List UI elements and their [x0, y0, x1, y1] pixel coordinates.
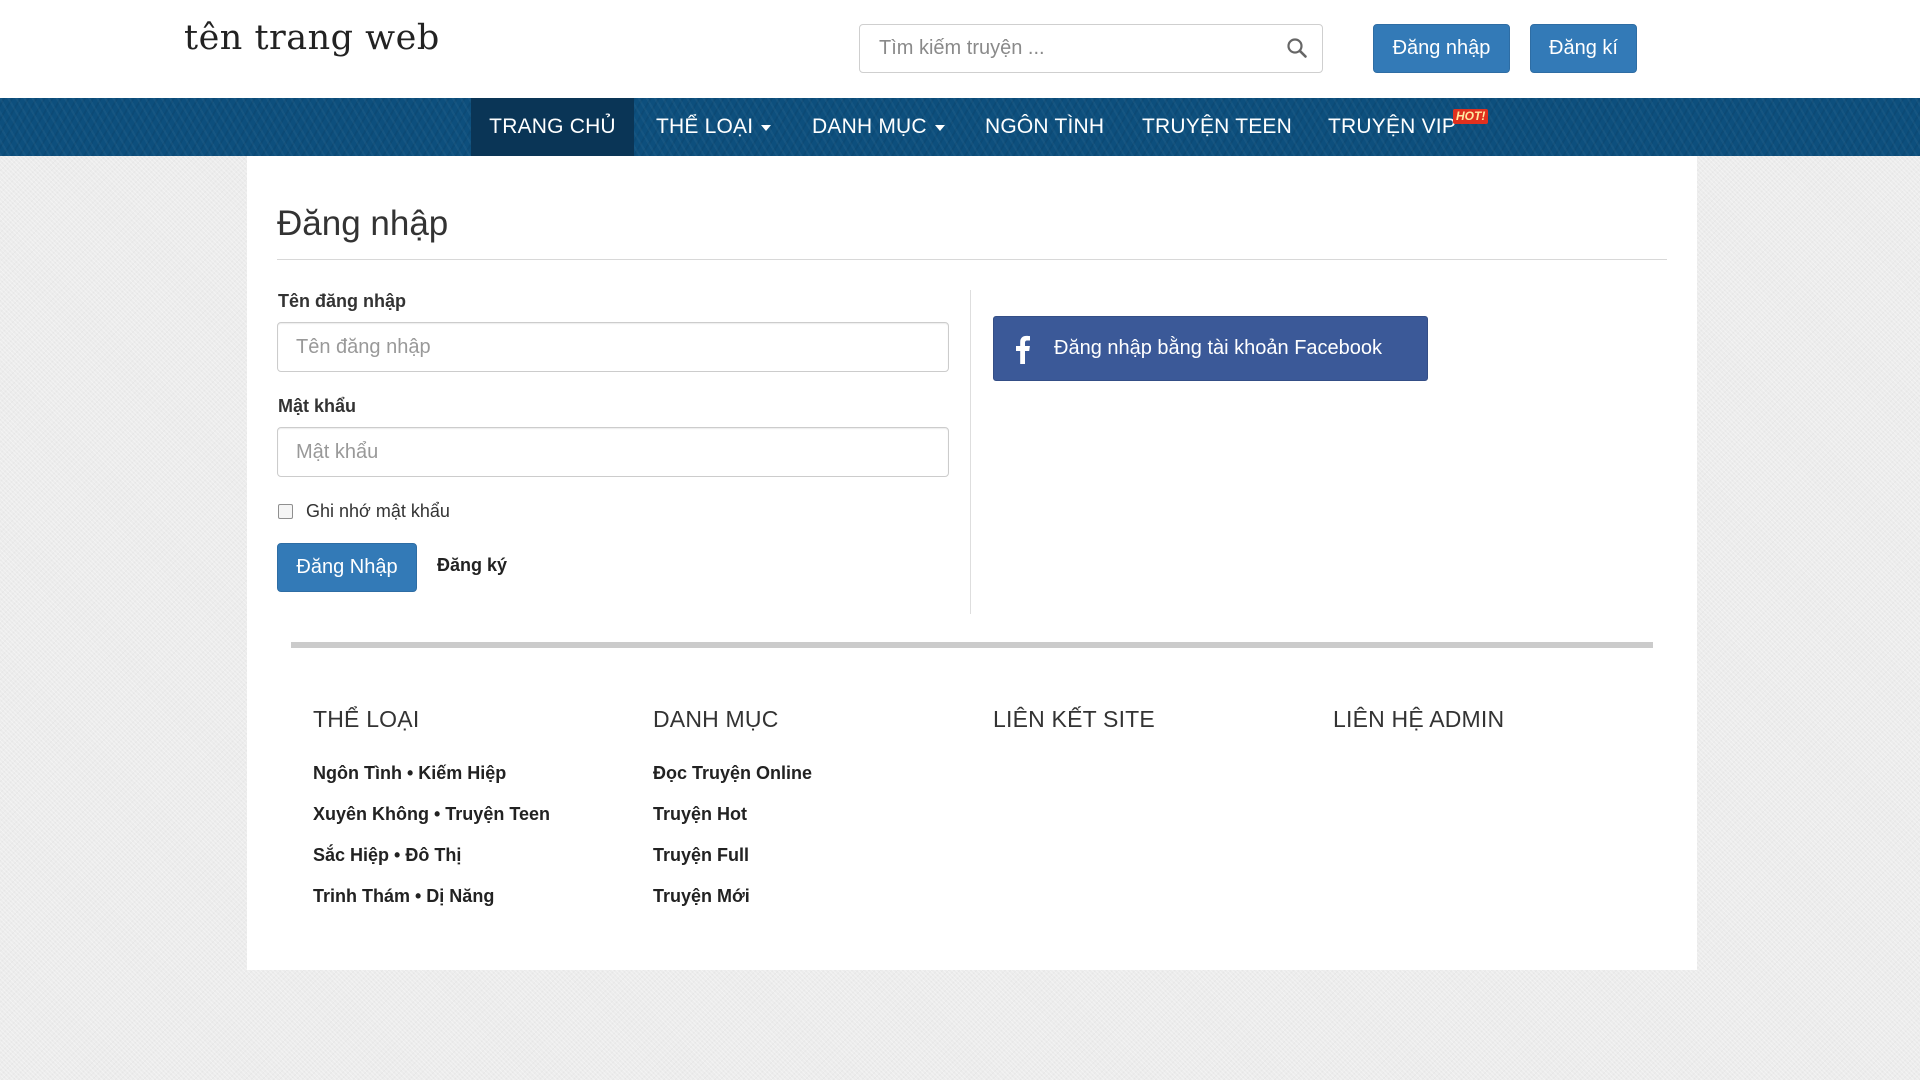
footer-link[interactable]: Xuyên Không • Truyện Teen [313, 804, 550, 825]
nav-item-label: TRUYỆN VIP [1328, 115, 1457, 138]
nav-item-ngon-tinh[interactable]: NGÔN TÌNH [985, 98, 1104, 156]
caret-down-icon [934, 125, 945, 131]
nav-item-label: NGÔN TÌNH [985, 115, 1105, 138]
title-divider [277, 259, 1667, 260]
footer-link[interactable]: Sắc Hiệp • Đô Thị [313, 845, 461, 866]
nav-item-label: DANH MỤC [812, 115, 927, 138]
username-input[interactable] [277, 322, 949, 372]
search-input[interactable] [860, 25, 1270, 72]
search-icon[interactable] [1286, 37, 1308, 59]
nav-item-home[interactable]: TRANG CHỦ [471, 98, 634, 156]
facebook-login-button[interactable]: Đăng nhập bằng tài khoản Facebook [993, 316, 1428, 381]
form-divider [970, 290, 971, 614]
facebook-icon [1012, 334, 1032, 364]
nav-item-label: TRUYỆN TEEN [1142, 115, 1292, 138]
site-header: tên trang web Đăng nhập Đăng kí [0, 0, 1920, 98]
password-label: Mật khẩu [278, 396, 357, 416]
footer-divider [291, 642, 1653, 648]
main-navbar: TRANG CHỦ THỂ LOẠI DANH MỤC NGÔN TÌNH TR… [0, 98, 1920, 156]
register-link[interactable]: Đăng ký [437, 555, 507, 576]
footer-link[interactable]: Truyện Full [653, 845, 749, 866]
site-title[interactable]: tên trang web [184, 18, 440, 58]
footer-link[interactable]: Trinh Thám • Dị Năng [313, 886, 494, 907]
nav-item-truyen-teen[interactable]: TRUYỆN TEEN [1142, 98, 1292, 156]
search-box [859, 24, 1323, 73]
password-input[interactable] [277, 427, 949, 477]
nav-item-label: TRANG CHỦ [489, 115, 616, 138]
remember-label: Ghi nhớ mật khẩu [306, 501, 450, 521]
footer-link[interactable]: Truyện Mới [653, 886, 750, 907]
footer-heading-categories: DANH MỤC [653, 706, 779, 732]
header-login-button[interactable]: Đăng nhập [1373, 24, 1510, 73]
footer-link[interactable]: Truyện Hot [653, 804, 747, 825]
remember-password[interactable]: Ghi nhớ mật khẩu [277, 501, 450, 522]
footer-heading-contact-admin: LIÊN HỆ ADMIN [1333, 706, 1505, 732]
footer-link[interactable]: Ngôn Tình • Kiếm Hiệp [313, 763, 506, 784]
hot-badge: HOT! [1453, 109, 1489, 124]
footer-heading-site-links: LIÊN KẾT SITE [993, 706, 1155, 732]
page-title: Đăng nhập [277, 204, 449, 243]
login-submit-button[interactable]: Đăng Nhập [277, 543, 417, 592]
remember-checkbox[interactable] [278, 504, 293, 519]
nav-item-label: THỂ LOẠI [656, 115, 754, 138]
header-register-button[interactable]: Đăng kí [1530, 24, 1637, 73]
nav-item-truyen-vip[interactable]: TRUYỆN VIP [1328, 98, 1456, 156]
caret-down-icon [761, 125, 772, 131]
nav-item-categories[interactable]: DANH MỤC [812, 98, 945, 156]
footer-heading-genres: THỂ LOẠI [313, 706, 420, 732]
footer-link[interactable]: Đọc Truyện Online [653, 763, 812, 784]
facebook-login-label: Đăng nhập bằng tài khoản Facebook [1054, 337, 1383, 359]
nav-item-genres[interactable]: THỂ LOẠI [656, 98, 772, 156]
username-label: Tên đăng nhập [278, 291, 406, 311]
